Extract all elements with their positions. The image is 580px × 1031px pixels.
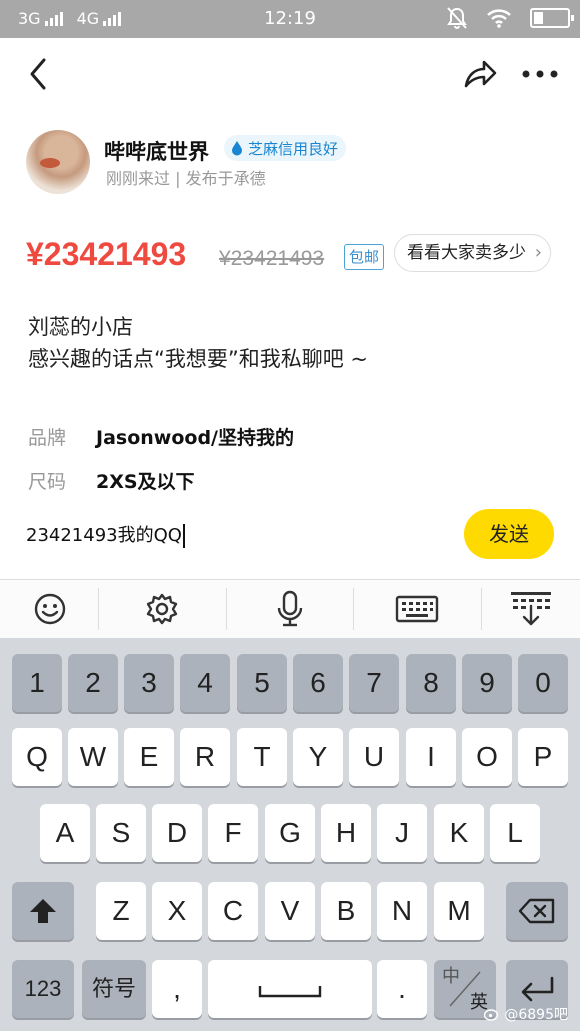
more-dots-icon xyxy=(522,70,558,78)
price-check-button[interactable]: 看看大家卖多少 › xyxy=(394,234,551,272)
toolbar-separator xyxy=(98,588,99,630)
space-bar-icon xyxy=(258,986,322,998)
current-price: ¥23421493 xyxy=(26,236,187,272)
key-v[interactable]: V xyxy=(265,882,315,940)
key-q[interactable]: Q xyxy=(12,728,62,786)
backspace-icon xyxy=(518,898,555,924)
description-line-2: 感兴趣的话点“我想要”和我私聊吧 ~ xyxy=(28,347,369,371)
top-bar xyxy=(0,38,580,112)
chevron-left-icon xyxy=(30,58,46,90)
key-j[interactable]: J xyxy=(377,804,427,862)
shift-key[interactable] xyxy=(12,882,74,940)
key-r[interactable]: R xyxy=(180,728,230,786)
key-f[interactable]: F xyxy=(208,804,258,862)
credit-badge-label: 芝麻信用良好 xyxy=(248,139,339,158)
weibo-icon xyxy=(484,1009,499,1021)
keyboard-hide-icon xyxy=(511,592,551,626)
key-s[interactable]: S xyxy=(96,804,146,862)
symbols-key[interactable]: 符号 xyxy=(82,960,146,1018)
keyboard-switch-button[interactable] xyxy=(367,586,467,632)
key-p[interactable]: P xyxy=(518,728,568,786)
emoji-button[interactable] xyxy=(0,586,100,632)
backspace-key[interactable] xyxy=(506,882,568,940)
key-e[interactable]: E xyxy=(124,728,174,786)
keyboard-toolbar xyxy=(0,580,580,638)
key-b[interactable]: B xyxy=(321,882,371,940)
key-x[interactable]: X xyxy=(152,882,202,940)
key-h[interactable]: H xyxy=(321,804,371,862)
keyboard: 1 2 3 4 5 6 7 8 9 0 Q W E R T Y U I O P … xyxy=(0,638,580,1031)
seller-name[interactable]: 哔哔底世界 xyxy=(104,136,209,166)
battery-icon xyxy=(530,8,574,28)
key-5[interactable]: 5 xyxy=(237,654,287,712)
free-shipping-tag: 包邮 xyxy=(344,244,385,270)
period-key[interactable]: . xyxy=(377,960,427,1018)
keyboard-settings-button[interactable] xyxy=(112,586,212,632)
microphone-icon xyxy=(277,590,303,627)
share-icon xyxy=(464,60,497,88)
description-line-1: 刘蕊的小店 xyxy=(28,315,133,339)
key-9[interactable]: 9 xyxy=(462,654,512,712)
key-c[interactable]: C xyxy=(208,882,258,940)
key-t[interactable]: T xyxy=(237,728,287,786)
mute-icon xyxy=(447,7,467,29)
seller-meta: 刚刚来过 | 发布于承德 xyxy=(106,169,266,188)
keyboard-icon xyxy=(395,595,439,623)
key-2[interactable]: 2 xyxy=(68,654,118,712)
key-7[interactable]: 7 xyxy=(349,654,399,712)
attribute-key: 尺码 xyxy=(28,471,67,493)
watermark-text: @6895吧 xyxy=(504,1007,568,1023)
watermark: @6895吧 xyxy=(484,1004,568,1024)
message-input-text: 23421493我的QQ xyxy=(26,525,182,546)
key-3[interactable]: 3 xyxy=(124,654,174,712)
message-input[interactable]: 23421493我的QQ xyxy=(26,520,426,552)
voice-input-button[interactable] xyxy=(240,586,340,632)
key-o[interactable]: O xyxy=(462,728,512,786)
key-n[interactable]: N xyxy=(377,882,427,940)
gear-icon xyxy=(146,593,178,625)
send-button[interactable]: 发送 xyxy=(464,509,554,559)
key-m[interactable]: M xyxy=(434,882,484,940)
share-button[interactable] xyxy=(460,56,500,92)
price-check-label: 看看大家卖多少 xyxy=(407,243,526,263)
credit-badge[interactable]: 芝麻信用良好 xyxy=(224,135,347,161)
key-0[interactable]: 0 xyxy=(518,654,568,712)
attribute-key: 品牌 xyxy=(28,427,67,449)
key-1[interactable]: 1 xyxy=(12,654,62,712)
text-caret xyxy=(182,524,185,548)
key-u[interactable]: U xyxy=(349,728,399,786)
smiley-icon xyxy=(34,593,66,625)
key-a[interactable]: A xyxy=(40,804,90,862)
key-z[interactable]: Z xyxy=(96,882,146,940)
more-options-button[interactable] xyxy=(518,56,562,92)
seller-avatar[interactable] xyxy=(26,130,90,194)
key-4[interactable]: 4 xyxy=(180,654,230,712)
key-d[interactable]: D xyxy=(152,804,202,862)
wifi-icon xyxy=(487,9,511,28)
key-8[interactable]: 8 xyxy=(406,654,456,712)
toolbar-separator xyxy=(226,588,227,630)
hide-keyboard-button[interactable] xyxy=(481,586,580,632)
attribute-value: 2XS及以下 xyxy=(96,471,195,493)
numbers-key[interactable]: 123 xyxy=(12,960,74,1018)
key-6[interactable]: 6 xyxy=(293,654,343,712)
space-key[interactable] xyxy=(208,960,372,1018)
key-y[interactable]: Y xyxy=(293,728,343,786)
item-description: 刘蕊的小店 感兴趣的话点“我想要”和我私聊吧 ~ xyxy=(28,311,368,375)
key-w[interactable]: W xyxy=(68,728,118,786)
chevron-right-icon: › xyxy=(534,242,542,263)
original-price: ¥23421493 xyxy=(219,247,325,270)
back-button[interactable] xyxy=(22,56,58,92)
key-g[interactable]: G xyxy=(265,804,315,862)
attribute-value: Jasonwood/坚持我的 xyxy=(96,427,294,449)
key-k[interactable]: K xyxy=(434,804,484,862)
water-drop-icon xyxy=(232,141,242,156)
key-l[interactable]: L xyxy=(490,804,540,862)
shift-arrow-icon xyxy=(30,899,56,923)
key-i[interactable]: I xyxy=(406,728,456,786)
comma-key[interactable]: , xyxy=(152,960,202,1018)
enter-return-icon xyxy=(521,976,554,1002)
toolbar-separator xyxy=(353,588,354,630)
status-bar: 3G 4G 12:19 xyxy=(0,0,580,38)
